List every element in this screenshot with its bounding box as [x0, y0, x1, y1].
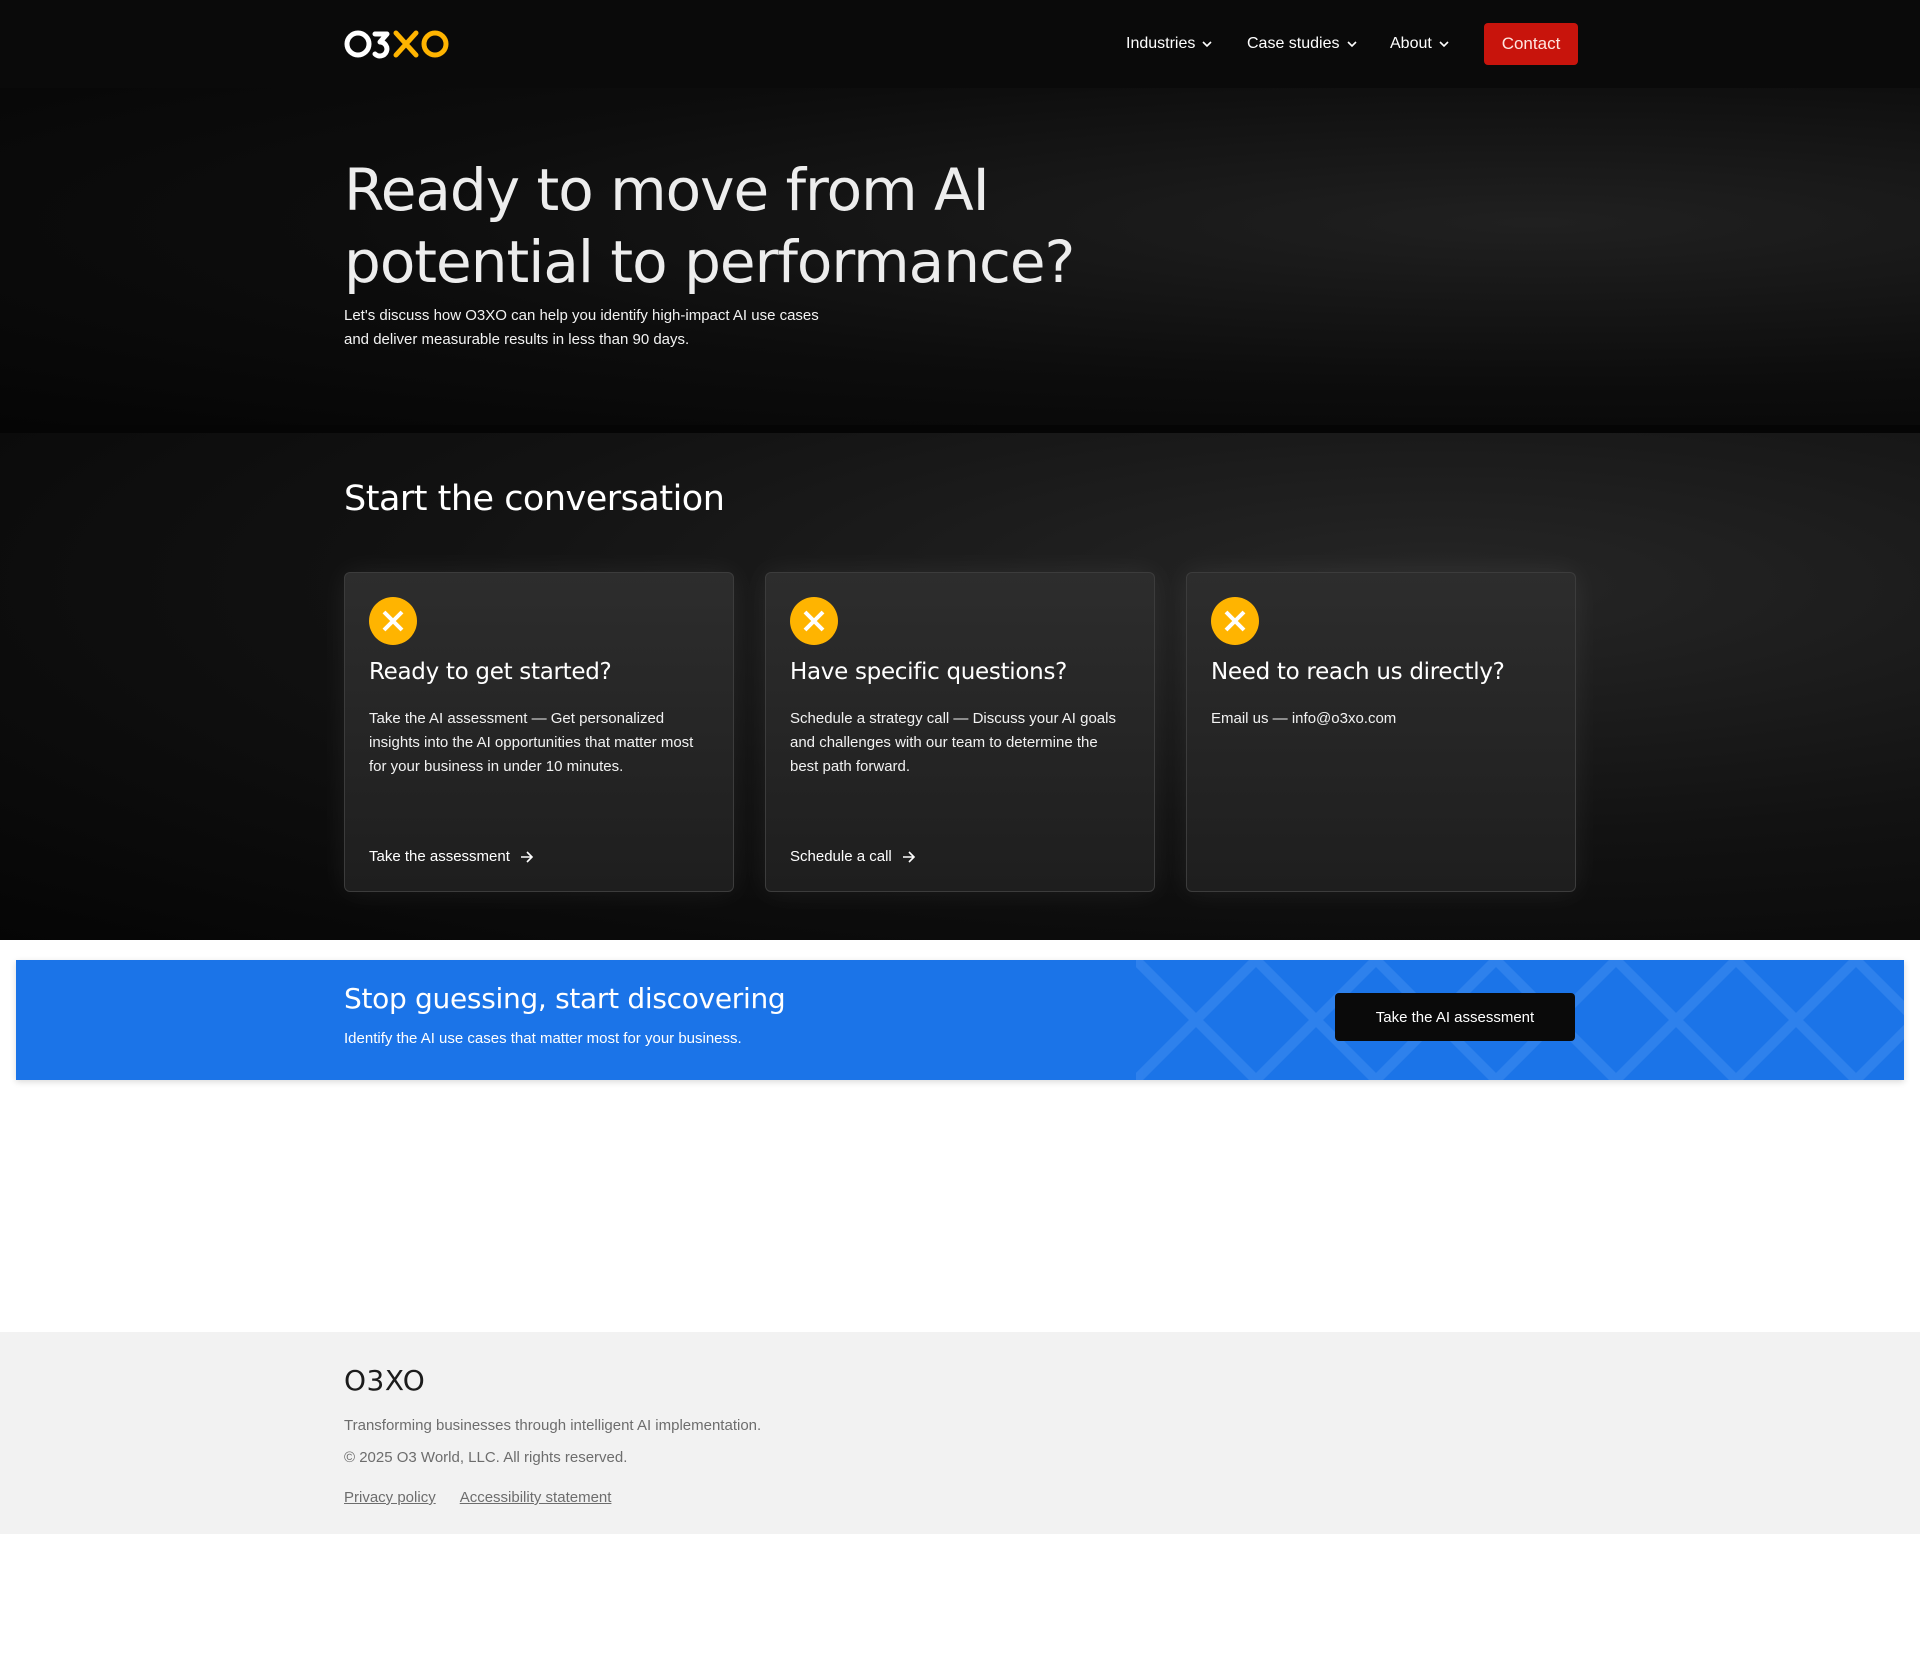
arrow-right-icon [520, 850, 534, 863]
card-description: Take the AI assessment — Get personalize… [369, 710, 694, 775]
link-label: Schedule a call [790, 848, 892, 865]
contact-button[interactable]: Contact [1484, 23, 1578, 65]
privacy-policy-link[interactable]: Privacy policy [344, 1489, 436, 1506]
email-contact[interactable]: Email us — info@o3xo.com [1211, 707, 1551, 731]
card-description: Schedule a strategy call — Discuss your … [790, 710, 1116, 775]
banner-title: Stop guessing, start discovering [344, 982, 786, 1015]
x-badge-icon [1211, 597, 1259, 645]
conversation-section: Start the conversation Ready to get star… [0, 433, 1920, 940]
section-divider [0, 425, 1920, 433]
nav-industries[interactable]: Industries [1126, 32, 1213, 56]
site-footer: O3XO Transforming businesses through int… [0, 1332, 1920, 1534]
arrow-right-icon [902, 850, 915, 863]
nav-case-studies[interactable]: Case studies [1247, 32, 1358, 56]
nav-about-label: About [1390, 35, 1432, 52]
chevron-down-icon [1439, 41, 1449, 48]
card-get-started: Ready to get started? Take the AI assess… [344, 572, 734, 892]
hero-title: Ready to move from AI potential to perfo… [344, 156, 1075, 296]
schedule-call-link[interactable]: Schedule a call [790, 848, 916, 865]
card-title: Ready to get started? [369, 659, 612, 685]
x-badge-icon [790, 597, 838, 645]
hero-section: Ready to move from AI potential to perfo… [0, 88, 1920, 425]
link-label: Take the assessment [369, 848, 510, 865]
footer-brand: O3XO [344, 1364, 426, 1397]
take-assessment-link[interactable]: Take the assessment [369, 848, 534, 865]
logo[interactable] [344, 26, 450, 62]
footer-links: Privacy policy Accessibility statement [344, 1489, 611, 1506]
take-ai-assessment-button[interactable]: Take the AI assessment [1335, 993, 1575, 1041]
logo-mark [344, 30, 449, 59]
nav-about[interactable]: About [1390, 32, 1450, 56]
assessment-banner: Stop guessing, start discovering Identif… [16, 960, 1904, 1080]
hero-subtitle: Let's discuss how O3XO can help you iden… [344, 307, 819, 348]
chevron-down-icon [1202, 41, 1212, 48]
footer-tagline: Transforming businesses through intellig… [344, 1417, 762, 1434]
nav-industries-label: Industries [1126, 35, 1196, 52]
conversation-heading: Start the conversation [344, 479, 725, 519]
banner-subtitle: Identify the AI use cases that matter mo… [344, 1030, 742, 1047]
x-badge-icon [369, 597, 417, 645]
footer-copyright: © 2025 O3 World, LLC. All rights reserve… [344, 1449, 628, 1466]
nav-case-studies-label: Case studies [1247, 35, 1340, 52]
card-title: Need to reach us directly? [1211, 659, 1505, 685]
card-title: Have specific questions? [790, 659, 1068, 685]
site-header: Industries Case studies About Contact [0, 0, 1920, 88]
card-reach-directly: Need to reach us directly? Email us — in… [1186, 572, 1576, 892]
card-specific-questions: Have specific questions? Schedule a stra… [765, 572, 1155, 892]
accessibility-statement-link[interactable]: Accessibility statement [460, 1489, 612, 1506]
chevron-down-icon [1346, 41, 1357, 48]
